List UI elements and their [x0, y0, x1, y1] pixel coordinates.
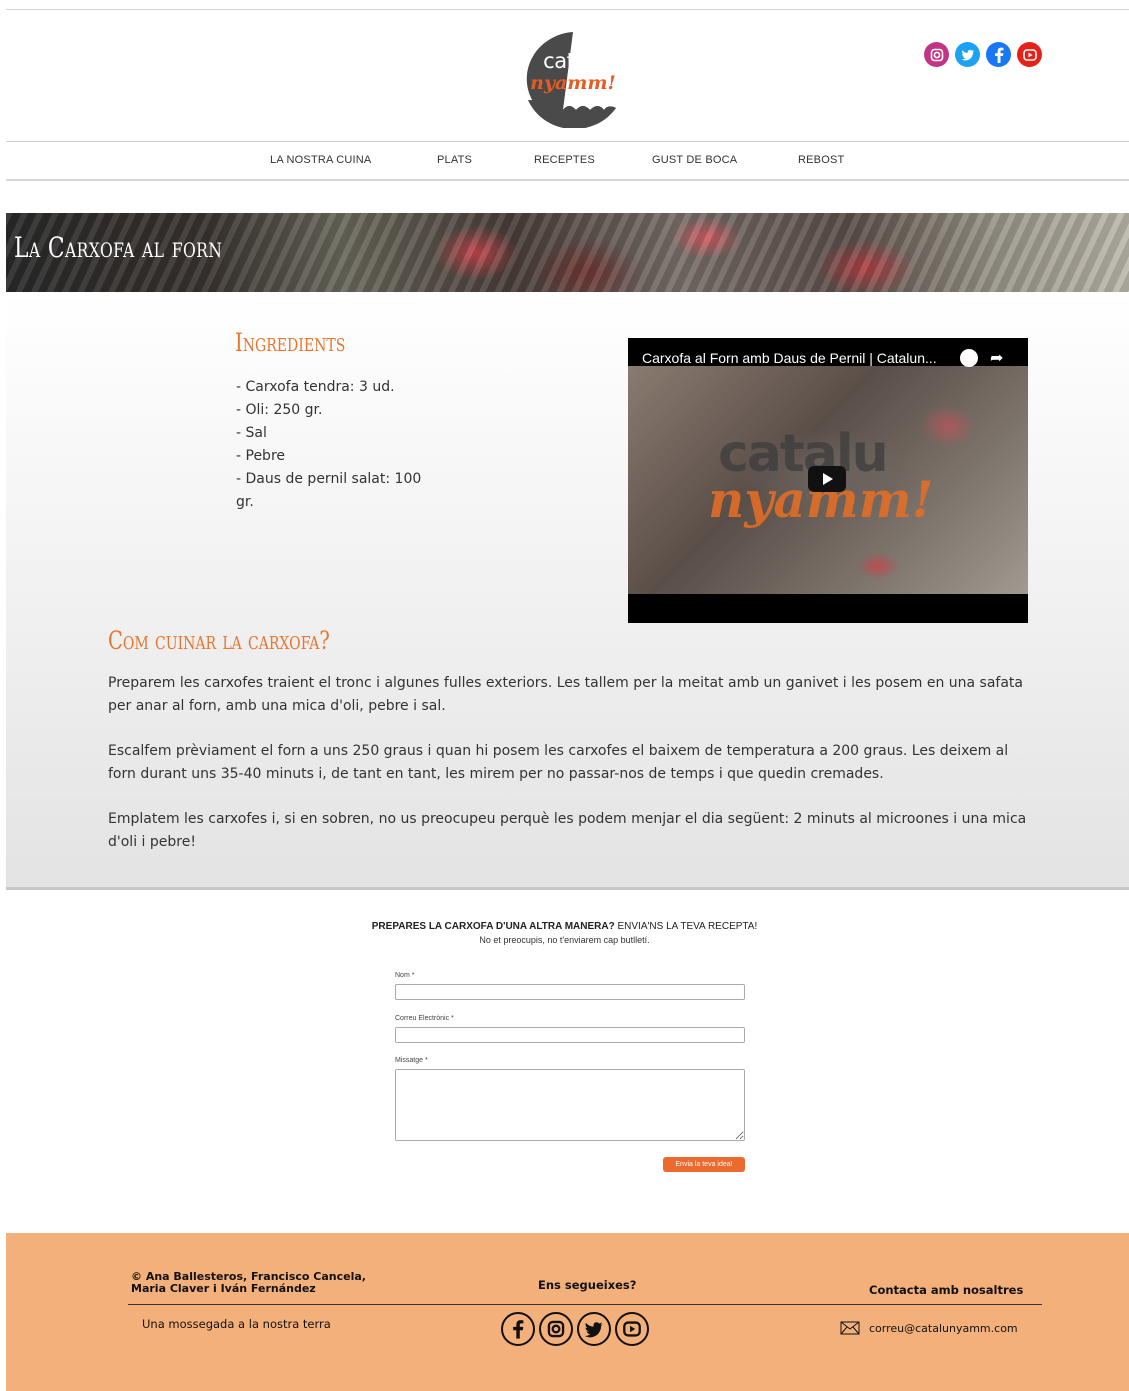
ingredients-list: - Carxofa tendra: 3 ud. - Oli: 250 gr. -… — [236, 376, 436, 514]
facebook-icon[interactable] — [501, 1312, 535, 1346]
share-icon[interactable]: ➦ — [990, 348, 1003, 367]
name-label: Nom * — [395, 972, 415, 979]
list-item: - Daus de pernil salat: 100 gr. — [236, 471, 422, 510]
ingredients-title: Ingredients — [235, 328, 346, 357]
logo-text-nyamm: nyamm! — [530, 72, 616, 94]
list-item: - Sal — [236, 425, 267, 441]
email-label: Correu Electrònic * — [395, 1015, 454, 1022]
video-player[interactable]: catalu nyamm! Carxofa al Forn amb Daus d… — [628, 338, 1028, 623]
main-nav: LA NOSTRA CUINA PLATS RECEPTES GUST DE B… — [6, 141, 1129, 181]
list-item: - Pebre — [236, 448, 286, 464]
list-item: - Oli: 250 gr. — [236, 402, 323, 418]
twitter-icon[interactable] — [955, 42, 980, 67]
nav-item-la-nostra-cuina[interactable]: LA NOSTRA CUINA — [270, 154, 371, 166]
list-item: - Carxofa tendra: 3 ud. — [236, 379, 395, 395]
twitter-icon[interactable] — [577, 1312, 611, 1346]
youtube-icon[interactable] — [615, 1312, 649, 1346]
footer-social-links — [501, 1312, 649, 1346]
hero-banner: La Carxofa al forn — [6, 213, 1129, 292]
header-social-links — [924, 42, 1042, 67]
youtube-icon[interactable] — [1017, 42, 1042, 67]
video-title[interactable]: Carxofa al Forn amb Daus de Pernil | Cat… — [642, 350, 937, 366]
how-to-paragraph: Escalfem prèviament el forn a uns 250 gr… — [108, 743, 1009, 782]
form-subheading: No et preocupis, no t'enviarem cap butll… — [479, 935, 650, 945]
footer-copyright: © Ana Ballesteros, Francisco Cancela, Ma… — [131, 1271, 366, 1295]
footer-follow-title: Ens segueixes? — [538, 1278, 637, 1292]
play-button-icon[interactable] — [808, 466, 846, 492]
how-to-title: Com cuinar la carxofa? — [108, 626, 330, 655]
message-label: Missatge * — [395, 1057, 428, 1064]
nav-item-plats[interactable]: PLATS — [437, 154, 472, 166]
form-heading-bold: PREPARES LA CARXOFA D'UNA ALTRA MANERA? — [371, 921, 615, 932]
footer-divider — [128, 1304, 1042, 1305]
form-heading-rest: ENVIA'NS LA TEVA RECEPTA! — [614, 921, 758, 932]
name-field[interactable] — [395, 984, 745, 1000]
how-to-paragraph: Emplatem les carxofes i, si en sobren, n… — [108, 811, 1027, 850]
logo-text-catalu: catalu — [543, 49, 605, 73]
instagram-icon[interactable] — [924, 42, 949, 67]
top-divider — [6, 9, 1129, 10]
footer-contact-title: Contacta amb nosaltres — [869, 1283, 1024, 1297]
copyright-line: Maria Claver i Iván Fernández — [131, 1282, 316, 1295]
message-field[interactable] — [395, 1069, 745, 1141]
instagram-icon[interactable] — [539, 1312, 573, 1346]
envelope-icon — [840, 1321, 860, 1335]
facebook-icon[interactable] — [986, 42, 1011, 67]
watch-later-icon[interactable] — [960, 349, 978, 367]
footer-email-link[interactable]: correu@catalunyamm.com — [869, 1322, 1018, 1335]
how-to-paragraph: Preparem les carxofes traient el tronc i… — [108, 675, 1023, 714]
nav-item-gust-de-boca[interactable]: GUST DE BOCA — [652, 154, 737, 166]
page-title: La Carxofa al forn — [14, 231, 223, 264]
nav-item-receptes[interactable]: RECEPTES — [534, 154, 595, 166]
email-field[interactable] — [395, 1027, 745, 1043]
footer-slogan: Una mossegada a la nostra terra — [142, 1317, 331, 1331]
nav-item-rebost[interactable]: REBOST — [798, 154, 844, 166]
submit-button[interactable]: Envia la teva idea! — [663, 1157, 745, 1172]
form-heading: PREPARES LA CARXOFA D'UNA ALTRA MANERA? … — [0, 921, 1129, 932]
